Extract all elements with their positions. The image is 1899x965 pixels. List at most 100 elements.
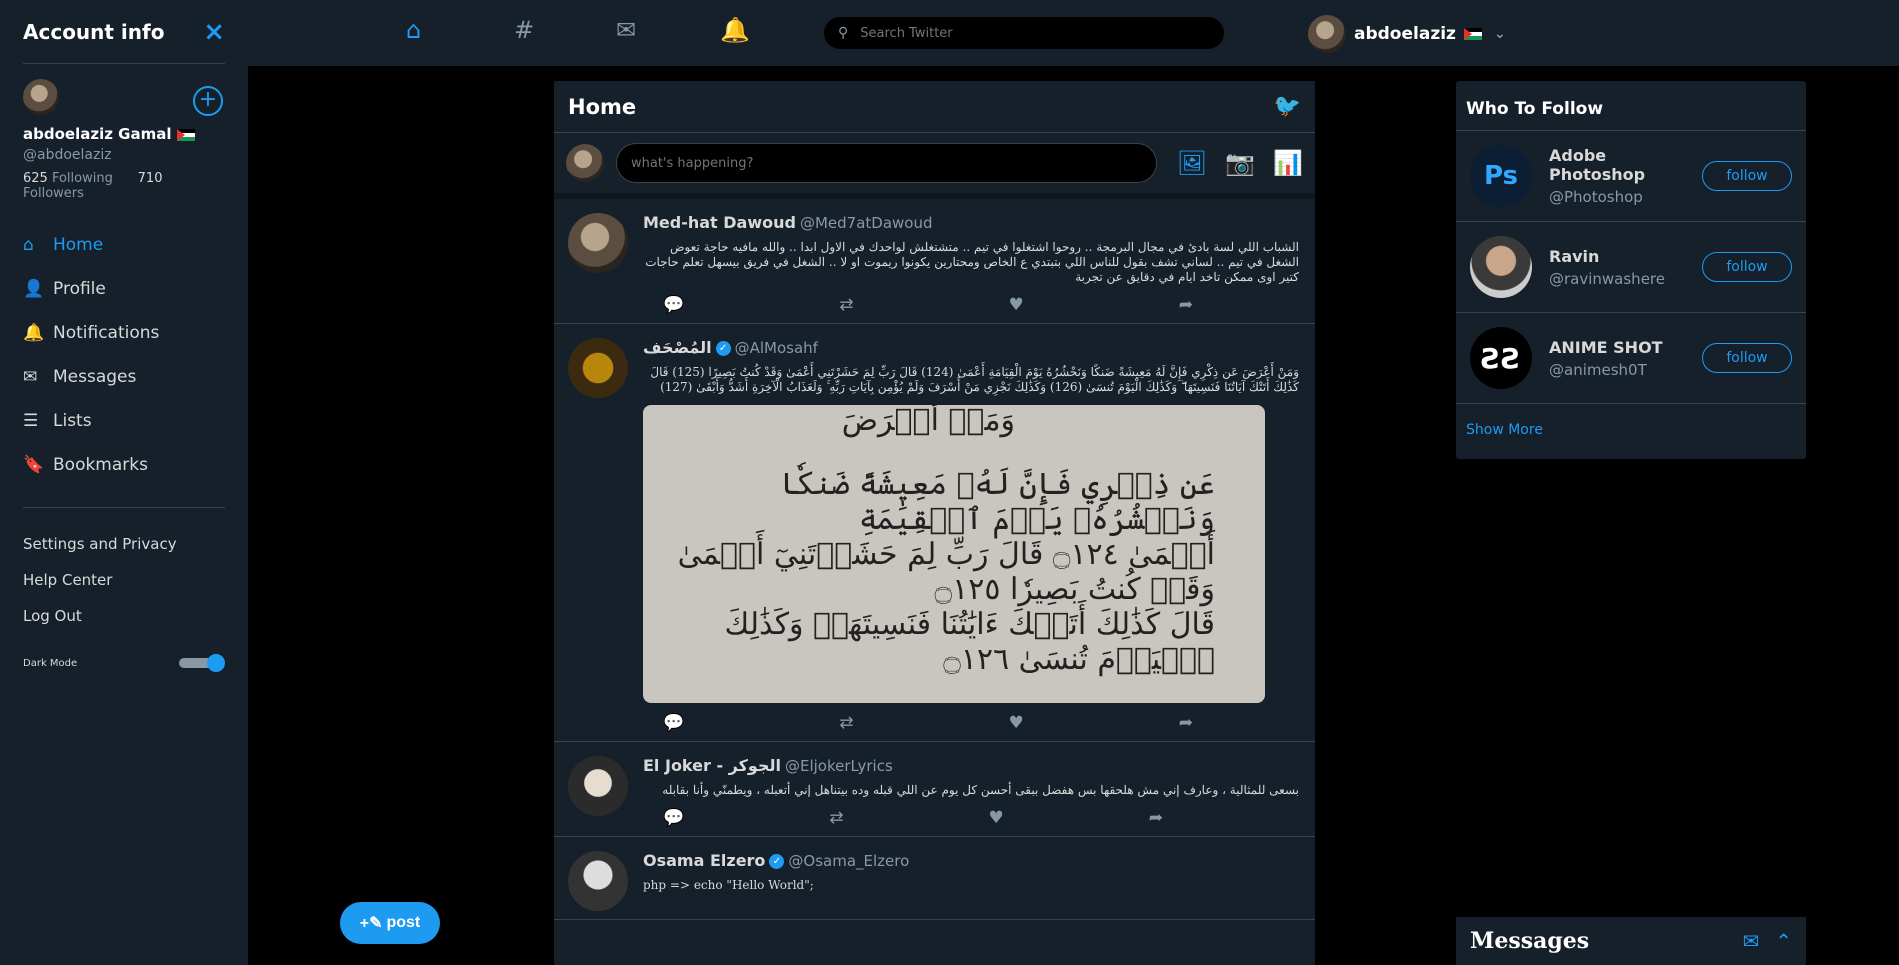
sidebar-item-label: Home xyxy=(53,235,104,255)
help-center-link[interactable]: Help Center xyxy=(23,562,225,598)
share-icon[interactable]: ➦ xyxy=(1179,713,1193,733)
sidebar-item-home[interactable]: ⌂ Home xyxy=(23,223,225,267)
bell-icon[interactable]: 🔔 xyxy=(720,16,750,44)
sidebar-item-lists[interactable]: ☰ Lists xyxy=(23,399,225,443)
follow-button[interactable]: follow xyxy=(1702,252,1792,282)
followers-label: Followers xyxy=(23,186,84,201)
user-menu[interactable]: abdoelaziz ⌄ xyxy=(1308,15,1506,53)
suggestion-info: ANIME SHOT @animesh0T xyxy=(1549,338,1702,379)
tweet-author[interactable]: El Joker - الجوكر xyxy=(643,756,781,775)
add-account-button[interactable]: + xyxy=(193,86,223,116)
follow-button[interactable]: follow xyxy=(1702,343,1792,373)
tweet-header: Osama Elzero ✓ @Osama_Elzero xyxy=(643,851,1299,870)
home-icon[interactable]: ⌂ xyxy=(406,16,421,44)
home-icon: ⌂ xyxy=(23,235,34,255)
reply-icon[interactable]: 💬 xyxy=(663,713,684,733)
photoshop-logo-icon[interactable]: Ps xyxy=(1470,145,1532,207)
tweet-author[interactable]: Osama Elzero xyxy=(643,851,765,870)
avatar[interactable] xyxy=(1470,236,1532,298)
share-icon[interactable]: ➦ xyxy=(1179,295,1193,315)
tweet-handle[interactable]: @Med7atDawoud xyxy=(800,214,933,232)
retweet-icon[interactable]: ⇄ xyxy=(829,808,843,828)
compose-input[interactable] xyxy=(616,143,1157,183)
retweet-icon[interactable]: ⇄ xyxy=(839,713,853,733)
image-line: أَعۡمَىٰ ۝١٢٤ قَالَ رَبِّ لِمَ حَشَرۡتَن… xyxy=(677,537,1215,607)
follow-button[interactable]: follow xyxy=(1702,161,1792,191)
who-to-follow-title: Who To Follow xyxy=(1456,81,1806,131)
like-icon[interactable]: ♥ xyxy=(1008,295,1023,315)
search-icon: ⚲ xyxy=(838,25,849,41)
camera-icon[interactable]: 📷 xyxy=(1225,149,1255,177)
retweet-icon[interactable]: ⇄ xyxy=(839,295,853,315)
envelope-icon: ✉ xyxy=(23,367,38,387)
home-feed: Home 🐦 🖼 📷 📊 Med-hat Dawoud@Med7atDawoud… xyxy=(554,81,1315,965)
sidebar-item-messages[interactable]: ✉ Messages xyxy=(23,355,225,399)
sidebar-item-label: Messages xyxy=(53,367,137,387)
sidebar-item-label: Lists xyxy=(53,411,92,431)
tweet: Osama Elzero ✓ @Osama_Elzero php => echo "… xyxy=(554,837,1315,920)
avatar[interactable] xyxy=(568,213,628,273)
reply-icon[interactable]: 💬 xyxy=(663,808,684,828)
image-icon[interactable]: 🖼 xyxy=(1177,149,1207,177)
sidebar-item-bookmarks[interactable]: 🔖 Bookmarks xyxy=(23,443,225,487)
suggestion-handle: @Photoshop xyxy=(1549,188,1643,206)
dark-mode-toggle[interactable] xyxy=(179,654,225,672)
avatar[interactable] xyxy=(568,756,628,816)
logout-link[interactable]: Log Out xyxy=(23,598,225,634)
tweet-image[interactable]: وَمَنۡ أَعۡرَضَ عَن ذِكۡرِي فَإِنَّ لَهُ… xyxy=(643,405,1265,703)
anime-shot-logo-icon[interactable]: ƧƧ xyxy=(1470,327,1532,389)
suggestion-name[interactable]: ANIME SHOT xyxy=(1549,338,1702,357)
sidebar-item-label: Profile xyxy=(53,279,106,299)
poll-icon[interactable]: 📊 xyxy=(1273,149,1303,177)
expand-up-icon[interactable]: ⌃ xyxy=(1775,929,1792,953)
tweet-header: المُصْحَف ✓ @AlMosahf xyxy=(643,338,1299,357)
suggestion-handle: @ravinwashere xyxy=(1549,269,1665,288)
account-header: Account info × xyxy=(23,0,225,64)
tweet-handle[interactable]: @EljokerLyrics xyxy=(785,757,893,775)
account-name: abdoelaziz Gamal xyxy=(23,125,225,143)
settings-link[interactable]: Settings and Privacy xyxy=(23,526,225,562)
suggestion-name[interactable]: Adobe Photoshop xyxy=(1549,146,1702,184)
like-icon[interactable]: ♥ xyxy=(1008,713,1023,733)
close-icon[interactable]: × xyxy=(203,17,225,47)
tweet-handle[interactable]: @AlMosahf xyxy=(735,339,818,357)
list-icon: ☰ xyxy=(23,411,39,431)
avatar[interactable] xyxy=(23,79,59,115)
sidebar-item-notifications[interactable]: 🔔 Notifications xyxy=(23,311,225,355)
messages-drawer[interactable]: Messages ✉ ⌃ xyxy=(1456,917,1806,965)
dark-mode-row: Dark Mode xyxy=(23,654,225,672)
share-icon[interactable]: ➦ xyxy=(1149,808,1163,828)
username: abdoelaziz xyxy=(1354,24,1456,44)
chevron-down-icon: ⌄ xyxy=(1493,26,1506,42)
search-input[interactable] xyxy=(860,25,1201,41)
following-link[interactable]: 625 Following xyxy=(23,171,113,186)
tweet-author[interactable]: Med-hat Dawoud xyxy=(643,213,796,232)
post-button[interactable]: +✎ post xyxy=(340,902,440,944)
avatar[interactable] xyxy=(568,851,628,911)
avatar[interactable] xyxy=(568,338,628,398)
new-message-icon[interactable]: ✉ xyxy=(1742,929,1759,953)
envelope-icon[interactable]: ✉ xyxy=(616,16,636,44)
tweet-header: Med-hat Dawoud @Med7atDawoud xyxy=(643,213,1299,232)
tweet-author[interactable]: المُصْحَف xyxy=(643,338,712,357)
reply-icon[interactable]: 💬 xyxy=(663,295,684,315)
tweet: El Joker - الجوكر @EljokerLyrics بسعى للم… xyxy=(554,742,1315,837)
suggestion-info: Adobe Photoshop @Photoshop xyxy=(1549,146,1702,206)
palestine-flag-icon xyxy=(176,128,195,141)
hashtag-icon[interactable]: # xyxy=(514,16,534,44)
image-line: عَن ذِكۡرِي فَإِنَّ لَهُۥ مَعِيشَةً ضَنك… xyxy=(780,467,1215,537)
bell-icon: 🔔 xyxy=(23,323,45,343)
tweet-handle[interactable]: @Osama_Elzero xyxy=(788,852,909,870)
show-more-link[interactable]: Show More xyxy=(1456,404,1806,456)
tweet-body: Med-hat Dawoud @Med7atDawoud الشباب اللي … xyxy=(643,213,1299,315)
account-name-text: abdoelaziz Gamal xyxy=(23,125,172,143)
sidebar-item-profile[interactable]: 👤 Profile xyxy=(23,267,225,311)
suggestion-name[interactable]: Ravin xyxy=(1549,247,1702,266)
tweet-actions: 💬 ⇄ ♥ ➦ xyxy=(643,808,1163,828)
tweet-actions: 💬 ⇄ ♥ ➦ xyxy=(643,713,1193,733)
like-icon[interactable]: ♥ xyxy=(988,808,1003,828)
following-label: Following xyxy=(51,171,113,186)
followers-count: 710 xyxy=(137,171,163,186)
palestine-flag-icon xyxy=(1463,28,1482,40)
tweet: Med-hat Dawoud @Med7atDawoud الشباب اللي … xyxy=(554,199,1315,324)
